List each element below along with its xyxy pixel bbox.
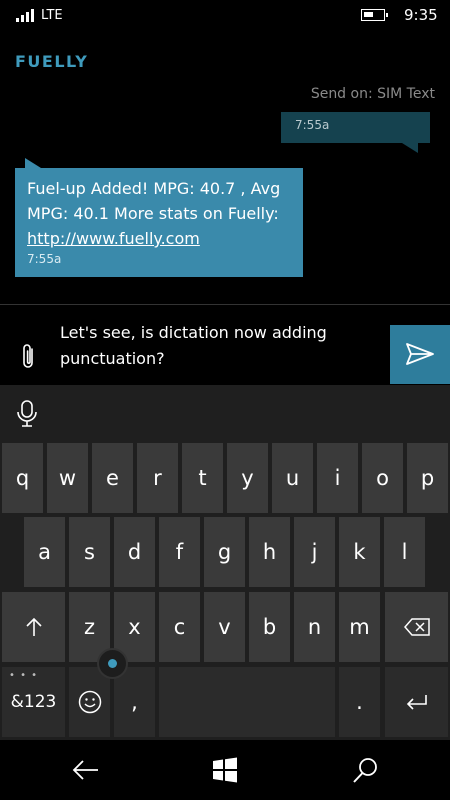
navigation-bar <box>0 740 450 800</box>
network-type: LTE <box>41 8 63 23</box>
key-y[interactable]: y <box>227 443 268 513</box>
period-key[interactable]: . <box>339 667 380 737</box>
emoji-key[interactable] <box>69 667 110 737</box>
key-c[interactable]: c <box>159 592 200 662</box>
send-icon <box>406 343 434 365</box>
battery-icon <box>361 9 388 21</box>
key-e[interactable]: e <box>92 443 133 513</box>
divider <box>0 304 450 305</box>
status-time: 9:35 <box>404 6 438 24</box>
enter-key[interactable] <box>385 667 448 737</box>
key-v[interactable]: v <box>204 592 245 662</box>
shift-key[interactable] <box>2 592 65 662</box>
conversation-title: FUELLY <box>15 52 89 71</box>
incoming-message-bubble[interactable]: Fuel-up Added! MPG: 40.7 , Avg MPG: 40.1… <box>15 158 303 277</box>
paperclip-icon[interactable] <box>18 342 40 372</box>
key-f[interactable]: f <box>159 517 200 587</box>
message-link[interactable]: http://www.fuelly.com <box>27 229 200 248</box>
search-icon[interactable] <box>350 756 380 784</box>
key-n[interactable]: n <box>294 592 335 662</box>
message-time: 7:55a <box>295 118 330 132</box>
key-p[interactable]: p <box>407 443 448 513</box>
text-cursor-handle[interactable] <box>97 648 128 679</box>
key-s[interactable]: s <box>69 517 110 587</box>
enter-icon <box>406 695 427 710</box>
message-text: Fuel-up Added! MPG: 40.7 , Avg MPG: 40.1… <box>27 179 281 223</box>
signal-icon <box>16 9 34 22</box>
outgoing-message-bubble[interactable]: 7:55a <box>281 112 430 153</box>
comma-key[interactable]: , <box>114 667 155 737</box>
key-u[interactable]: u <box>272 443 313 513</box>
key-g[interactable]: g <box>204 517 245 587</box>
key-h[interactable]: h <box>249 517 290 587</box>
key-o[interactable]: o <box>362 443 403 513</box>
key-m[interactable]: m <box>339 592 380 662</box>
key-b[interactable]: b <box>249 592 290 662</box>
windows-logo-icon[interactable] <box>210 756 240 784</box>
message-time: 7:55a <box>27 252 62 266</box>
microphone-icon[interactable] <box>16 399 38 427</box>
key-l[interactable]: l <box>384 517 425 587</box>
backspace-icon <box>403 618 430 636</box>
on-screen-keyboard: q w e r t y u i o p a s d f g h j k l z … <box>0 385 450 740</box>
key-t[interactable]: t <box>182 443 223 513</box>
symbols-key-label: &123 <box>10 692 57 712</box>
key-r[interactable]: r <box>137 443 178 513</box>
key-q[interactable]: q <box>2 443 43 513</box>
key-d[interactable]: d <box>114 517 155 587</box>
send-on-selector[interactable]: Send on: SIM Text <box>311 86 435 102</box>
back-arrow-icon[interactable] <box>71 756 101 784</box>
backspace-key[interactable] <box>385 592 448 662</box>
space-key[interactable] <box>159 667 335 737</box>
message-compose-input[interactable]: Let's see, is dictation now adding punct… <box>60 320 380 372</box>
emoji-icon <box>78 690 101 714</box>
send-button[interactable] <box>390 325 450 384</box>
key-i[interactable]: i <box>317 443 358 513</box>
status-bar: LTE 9:35 <box>0 0 450 32</box>
key-w[interactable]: w <box>47 443 88 513</box>
key-j[interactable]: j <box>294 517 335 587</box>
key-a[interactable]: a <box>24 517 65 587</box>
shift-arrow-icon <box>25 617 42 636</box>
key-k[interactable]: k <box>339 517 380 587</box>
symbols-key[interactable]: • • • &123 <box>2 667 65 737</box>
